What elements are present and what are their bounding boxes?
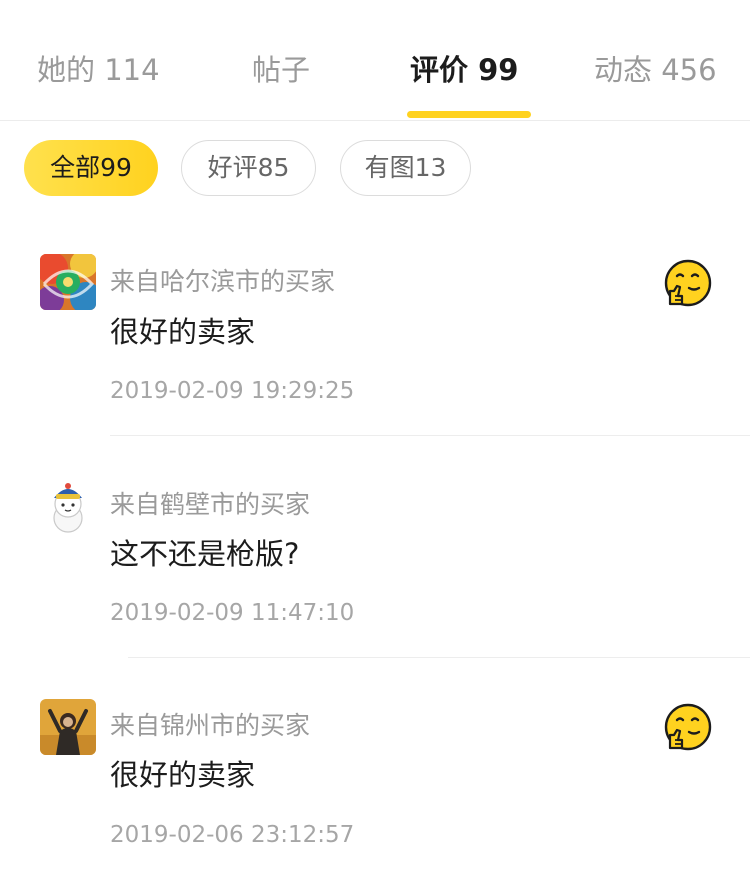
buyer-location: 来自锦州市的买家 <box>110 711 311 740</box>
thinking-face-icon <box>664 259 712 307</box>
colorful-swirl-avatar-image <box>40 254 96 310</box>
review-time: 2019-02-06 23:12:57 <box>110 822 355 848</box>
buyer-location: 来自哈尔滨市的买家 <box>110 267 336 296</box>
review-page: 她的 114 帖子 评价 99 动态 456 全部99 好评85 有图13 来自… <box>0 0 750 875</box>
tab-her-posts[interactable]: 她的 114 <box>37 50 160 90</box>
review-time: 2019-02-09 11:47:10 <box>110 600 355 626</box>
avatar[interactable] <box>40 254 96 310</box>
filter-all-chip[interactable]: 全部99 <box>24 140 158 196</box>
review-content: 很好的卖家 <box>110 315 256 349</box>
avatar[interactable] <box>40 478 96 534</box>
filter-positive-chip[interactable]: 好评85 <box>181 140 316 196</box>
filter-with-images-chip[interactable]: 有图13 <box>340 140 471 196</box>
review-content: 很好的卖家 <box>110 758 256 792</box>
active-tab-indicator <box>407 111 531 118</box>
person-photo-avatar-image <box>40 699 96 755</box>
avatar[interactable] <box>40 699 96 755</box>
tab-activity[interactable]: 动态 456 <box>594 50 717 90</box>
buyer-location: 来自鹤壁市的买家 <box>110 490 311 519</box>
profile-tab-bar: 她的 114 帖子 评价 99 动态 456 <box>0 0 750 121</box>
tab-threads[interactable]: 帖子 <box>252 50 310 90</box>
thinking-face-icon <box>664 703 712 751</box>
divider <box>128 657 750 658</box>
review-content: 这不还是枪版? <box>110 537 300 571</box>
cartoon-character-avatar-image <box>40 478 96 534</box>
review-time: 2019-02-09 19:29:25 <box>110 378 355 404</box>
divider <box>110 435 750 436</box>
tab-reviews[interactable]: 评价 99 <box>410 50 518 90</box>
